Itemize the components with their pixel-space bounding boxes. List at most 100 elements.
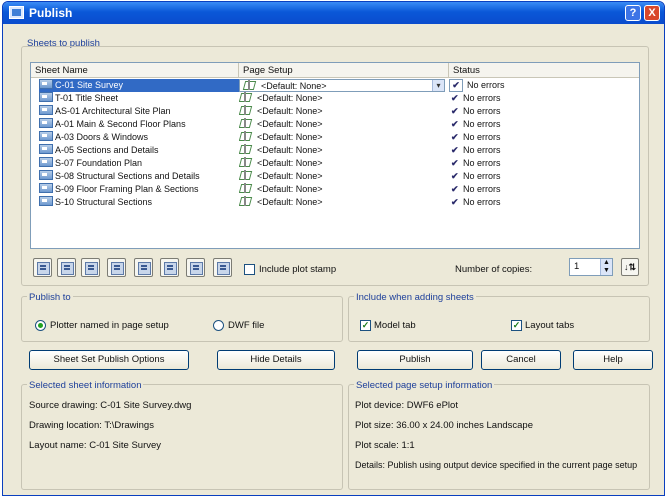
sheet-list[interactable]: Sheet Name Page Setup Status C-01 Site S… bbox=[30, 62, 640, 249]
publish-button[interactable]: Publish bbox=[357, 350, 473, 370]
save-list-icon[interactable] bbox=[186, 258, 205, 277]
table-row[interactable]: S-07 Foundation Plan <Default: None> ✔ No… bbox=[31, 157, 639, 170]
hide-details-button[interactable]: Hide Details bbox=[217, 350, 335, 370]
sheet-name: S-10 Structural Sections bbox=[55, 197, 153, 207]
status-value: No errors bbox=[463, 119, 501, 129]
sheet-name-cell: S-10 Structural Sections bbox=[39, 196, 239, 209]
status-value: No errors bbox=[463, 132, 501, 142]
sheet-name-cell: A-05 Sections and Details bbox=[39, 144, 239, 157]
table-row[interactable]: C-01 Site Survey <Default: None> ▾ ✔ No … bbox=[31, 79, 639, 92]
page-setup-icon bbox=[239, 92, 251, 102]
status-cell: ✔ No errors bbox=[451, 196, 571, 209]
copies-stepper[interactable]: 1 ▲ ▼ bbox=[569, 258, 613, 276]
status-value: No errors bbox=[463, 106, 501, 116]
sheet-name-cell: S-09 Floor Framing Plan & Sections bbox=[39, 183, 239, 196]
table-row[interactable]: T-01 Title Sheet <Default: None> ✔ No err… bbox=[31, 92, 639, 105]
table-row[interactable]: A-05 Sections and Details <Default: None… bbox=[31, 144, 639, 157]
spin-up-icon[interactable]: ▲ bbox=[601, 259, 612, 267]
page-setup-dropdown[interactable]: <Default: None> ▾ bbox=[239, 79, 445, 92]
page-setup-icon bbox=[239, 196, 251, 206]
move-down-icon[interactable] bbox=[134, 258, 153, 277]
status-value: No errors bbox=[463, 184, 501, 194]
model-tab-label: Model tab bbox=[374, 320, 416, 331]
plotter-radio[interactable] bbox=[35, 320, 46, 331]
page-setup-icon bbox=[239, 118, 251, 128]
page-setup-cell[interactable]: <Default: None> bbox=[239, 183, 429, 196]
cancel-button[interactable]: Cancel bbox=[481, 350, 561, 370]
sheet-name: AS-01 Architectural Site Plan bbox=[55, 106, 171, 116]
column-header-status[interactable]: Status bbox=[449, 63, 639, 78]
publish-dialog: Publish ? X Sheets to publish Sheet Name… bbox=[2, 1, 665, 496]
sheet-name-cell: S-08 Structural Sections and Details bbox=[39, 170, 239, 183]
help-button[interactable]: Help bbox=[573, 350, 653, 370]
sheet-name: A-01 Main & Second Floor Plans bbox=[55, 119, 186, 129]
sheet-name: A-03 Doors & Windows bbox=[55, 132, 149, 142]
sheet-name: T-01 Title Sheet bbox=[55, 93, 119, 103]
sort-sheets-button[interactable]: ↓⇅ bbox=[621, 258, 639, 276]
page-setup-cell[interactable]: <Default: None> bbox=[239, 92, 429, 105]
close-button[interactable]: X bbox=[644, 5, 660, 21]
check-icon: ✔ bbox=[451, 132, 459, 142]
status-value: No errors bbox=[467, 80, 505, 90]
page-setup-icon bbox=[239, 105, 251, 115]
check-icon: ✔ bbox=[451, 158, 459, 168]
layout-name-text: Layout name: C-01 Site Survey bbox=[29, 440, 162, 451]
title-bar[interactable]: Publish ? X bbox=[3, 2, 664, 24]
chevron-down-icon[interactable]: ▾ bbox=[432, 80, 444, 91]
sheet-icon bbox=[39, 79, 53, 89]
page-setup-value: <Default: None> bbox=[257, 106, 323, 116]
check-icon: ✔ bbox=[451, 171, 459, 181]
table-row[interactable]: S-09 Floor Framing Plan & Sections <Defa… bbox=[31, 183, 639, 196]
sheet-set-publish-options-button[interactable]: Sheet Set Publish Options bbox=[29, 350, 189, 370]
remove-sheets-icon[interactable] bbox=[81, 258, 100, 277]
include-sheets-label: Include when adding sheets bbox=[354, 292, 476, 303]
page-setup-value: <Default: None> bbox=[257, 119, 323, 129]
status-cell: ✔ No errors bbox=[451, 105, 571, 118]
include-plot-stamp-checkbox[interactable] bbox=[244, 264, 255, 275]
help-title-button[interactable]: ? bbox=[625, 5, 641, 21]
table-row[interactable]: AS-01 Architectural Site Plan <Default: … bbox=[31, 105, 639, 118]
column-header-page-setup[interactable]: Page Setup bbox=[239, 63, 449, 78]
check-icon: ✔ bbox=[451, 106, 459, 116]
spin-down-icon[interactable]: ▼ bbox=[601, 267, 612, 275]
page-setup-cell[interactable]: <Default: None> bbox=[239, 196, 429, 209]
table-row[interactable]: A-01 Main & Second Floor Plans <Default:… bbox=[31, 118, 639, 131]
move-up-icon[interactable] bbox=[107, 258, 126, 277]
column-header-sheet-name[interactable]: Sheet Name bbox=[31, 63, 239, 78]
layout-tabs-checkbox[interactable]: ✓ bbox=[511, 320, 522, 331]
sheet-icon bbox=[39, 183, 53, 193]
copies-label: Number of copies: bbox=[455, 264, 533, 275]
page-setup-icon bbox=[239, 144, 251, 154]
plot-device-text: Plot device: DWF6 ePlot bbox=[355, 400, 458, 411]
page-setup-cell[interactable]: <Default: None> bbox=[239, 170, 429, 183]
table-row[interactable]: S-10 Structural Sections <Default: None>… bbox=[31, 196, 639, 209]
spin-arrows[interactable]: ▲ ▼ bbox=[600, 259, 612, 275]
plot-size-text: Plot size: 36.00 x 24.00 inches Landscap… bbox=[355, 420, 533, 431]
check-icon: ✔ bbox=[451, 93, 459, 103]
page-setup-icon bbox=[239, 183, 251, 193]
page-setup-cell[interactable]: <Default: None> bbox=[239, 118, 429, 131]
load-list-icon[interactable] bbox=[160, 258, 179, 277]
page-setup-cell[interactable]: <Default: None> bbox=[239, 144, 429, 157]
source-drawing-text: Source drawing: C-01 Site Survey.dwg bbox=[29, 400, 192, 411]
sheet-icon bbox=[39, 170, 53, 180]
plot-stamp-settings-icon[interactable] bbox=[213, 258, 232, 277]
add-sheets-icon[interactable] bbox=[57, 258, 76, 277]
sheet-name: S-07 Foundation Plan bbox=[55, 158, 143, 168]
table-row[interactable]: A-03 Doors & Windows <Default: None> ✔ No… bbox=[31, 131, 639, 144]
dwf-file-radio[interactable] bbox=[213, 320, 224, 331]
page-setup-cell[interactable]: <Default: None> bbox=[239, 131, 429, 144]
status-check-icon: ✔ bbox=[449, 79, 463, 92]
dwf-file-radio-label: DWF file bbox=[228, 320, 265, 331]
page-setup-cell[interactable]: <Default: None> bbox=[239, 157, 429, 170]
copies-value: 1 bbox=[574, 261, 580, 272]
sheet-name: S-08 Structural Sections and Details bbox=[55, 171, 200, 181]
page-setup-value: <Default: None> bbox=[257, 171, 323, 181]
model-tab-checkbox[interactable]: ✓ bbox=[360, 320, 371, 331]
table-row[interactable]: S-08 Structural Sections and Details <De… bbox=[31, 170, 639, 183]
status-cell: ✔ No errors bbox=[451, 183, 571, 196]
preview-icon[interactable] bbox=[33, 258, 52, 277]
page-setup-cell[interactable]: <Default: None> bbox=[239, 105, 429, 118]
sheet-name-cell: AS-01 Architectural Site Plan bbox=[39, 105, 239, 118]
sheet-icon bbox=[39, 157, 53, 167]
